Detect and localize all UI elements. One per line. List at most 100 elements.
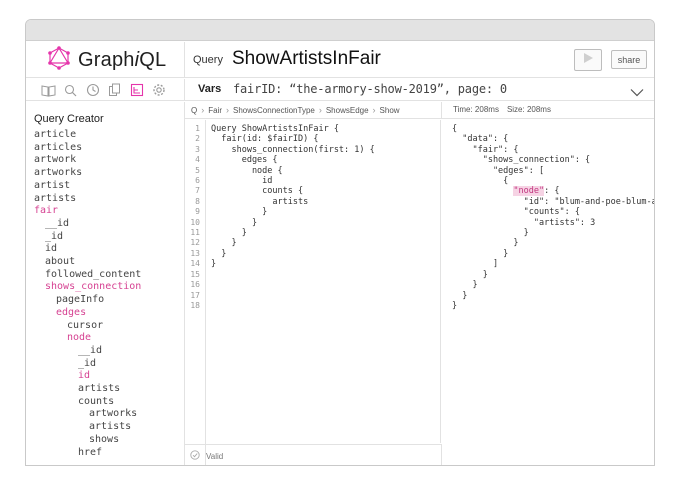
tree-item[interactable]: shows_connection — [34, 281, 141, 294]
docs-icon[interactable] — [40, 82, 57, 99]
line-number: 8 — [195, 196, 200, 206]
line-number: 10 — [190, 217, 200, 227]
editor-status-bar: Valid — [185, 444, 442, 465]
code-line: edges { — [211, 155, 278, 166]
line-number: 11 — [190, 228, 200, 238]
search-icon[interactable] — [62, 82, 79, 99]
tree-item[interactable]: artists — [34, 421, 141, 434]
tree-item[interactable]: article — [34, 129, 141, 142]
code-line: artists — [211, 196, 309, 207]
editor-gutter: 1 2 3 4 5 6 7 8 9 10 11 12 13 14 15 16 17 18 — [185, 120, 206, 465]
tree-item[interactable]: artists — [34, 193, 141, 206]
code-line: } — [211, 228, 247, 239]
tree-item[interactable]: __id — [34, 345, 141, 358]
tree-item[interactable]: followed_content — [34, 269, 141, 282]
tree-item[interactable]: artwork — [34, 154, 141, 167]
result-line: { — [452, 124, 458, 134]
tree-item[interactable]: shows — [34, 434, 141, 447]
highlighted-key: "node" — [513, 186, 545, 197]
breadcrumb-item[interactable]: Q — [191, 106, 197, 115]
tree-item[interactable]: edges — [34, 307, 141, 320]
query-editor[interactable]: 1 2 3 4 5 6 7 8 9 10 11 12 13 14 15 16 17 18 Query ShowAr… — [185, 120, 441, 465]
result-line: } — [452, 269, 488, 280]
tree-item[interactable]: cursor — [34, 320, 141, 333]
vars-label: Vars — [198, 83, 222, 95]
graphiql-window: GraphiQL Query ShowArtistsInFair share V… — [25, 19, 655, 466]
field-tree: article articles artwork artworks artist arti… — [34, 129, 141, 459]
tree-item[interactable]: _id — [34, 358, 141, 371]
tree-item[interactable]: pageInfo — [34, 294, 141, 307]
tree-item[interactable]: _id — [34, 231, 141, 244]
chevron-right-icon: › — [201, 105, 205, 115]
line-number: 13 — [190, 248, 200, 258]
line-number: 15 — [190, 269, 200, 279]
query-tag-label: Query — [193, 54, 223, 66]
history-icon[interactable] — [84, 82, 101, 99]
path-bar: Q › Fair › ShowsConnectionType › ShowsEd… — [185, 102, 654, 119]
tree-item[interactable]: artworks — [34, 167, 141, 180]
result-line: } — [452, 228, 529, 239]
tree-item[interactable]: about — [34, 256, 141, 269]
breadcrumb-item[interactable]: ShowsEdge — [326, 106, 369, 115]
query-code[interactable]: Query ShowArtistsInFair { fair(id: $fair… — [211, 124, 375, 270]
result-stats: Time: 208ms Size: 208ms — [453, 105, 551, 114]
tree-item[interactable]: __id — [34, 218, 141, 231]
code-line: id — [211, 176, 273, 187]
tree-item[interactable]: counts — [34, 396, 141, 409]
tree-item[interactable]: artworks — [34, 408, 141, 421]
chevron-right-icon: › — [372, 105, 376, 115]
tree-item[interactable]: fair — [34, 205, 141, 218]
line-numbers: 1 2 3 4 5 6 7 8 9 10 11 12 13 14 15 16 17 18 — [185, 124, 200, 311]
breadcrumb-item[interactable]: Fair — [208, 106, 222, 115]
query-name[interactable]: ShowArtistsInFair — [232, 48, 381, 70]
check-circle-icon — [190, 450, 200, 462]
toolbar — [26, 79, 185, 101]
result-line: } — [452, 300, 458, 311]
tree-item[interactable]: artist — [34, 180, 141, 193]
tree-item[interactable]: id — [34, 243, 141, 256]
variables-input[interactable]: fairID: “the-armory-show-2019”, page: 0 — [233, 82, 507, 96]
graphql-logo-icon — [48, 45, 70, 75]
run-query-button[interactable] — [574, 49, 602, 71]
line-number: 18 — [190, 300, 200, 310]
chevron-down-icon[interactable] — [630, 84, 644, 102]
line-number: 4 — [195, 155, 200, 165]
tree-item[interactable]: artists — [34, 383, 141, 396]
tree-item[interactable]: articles — [34, 142, 141, 155]
play-icon — [582, 51, 594, 69]
chevron-right-icon: › — [318, 105, 322, 115]
line-number: 3 — [195, 144, 200, 154]
line-number: 12 — [190, 238, 200, 248]
pane-divider — [441, 102, 442, 119]
line-number: 6 — [195, 176, 200, 186]
result-line: "edges": [ — [452, 165, 545, 176]
query-creator-icon[interactable] — [128, 82, 145, 99]
window-titlebar — [26, 20, 654, 41]
line-number: 1 — [195, 124, 200, 133]
result-json: { "data": { "fair": { "shows_connection"… — [452, 124, 654, 311]
size-stat: Size: 208ms — [506, 105, 551, 114]
share-button[interactable]: share — [611, 50, 647, 69]
code-line: } — [211, 207, 268, 218]
breadcrumb-item[interactable]: ShowsConnectionType — [233, 106, 315, 115]
line-number: 2 — [195, 134, 200, 144]
result-line: { — [452, 176, 509, 187]
result-line: "data": { — [452, 134, 509, 145]
breadcrumb: Q › Fair › ShowsConnectionType › ShowsEd… — [191, 105, 400, 115]
tree-item[interactable]: href — [34, 447, 141, 460]
query-creator-panel: Query Creator article articles artwork artw… — [26, 102, 185, 465]
result-line: "shows_connection": { — [452, 155, 591, 166]
query-creator-title: Query Creator — [34, 113, 104, 125]
code-line: fair(id: $fairID) { — [211, 134, 319, 145]
app-name: GraphiQL — [78, 48, 167, 71]
header-bar: GraphiQL Query ShowArtistsInFair share — [26, 42, 654, 78]
copy-icon[interactable] — [106, 82, 123, 99]
tree-item[interactable]: node — [34, 332, 141, 345]
breadcrumb-item[interactable]: Show — [380, 106, 400, 115]
code-line: } — [211, 217, 258, 228]
code-line: } — [211, 248, 227, 259]
tree-item[interactable]: id — [34, 370, 141, 383]
line-number: 17 — [190, 290, 200, 300]
settings-icon[interactable] — [150, 82, 167, 99]
line-number: 16 — [190, 280, 200, 290]
